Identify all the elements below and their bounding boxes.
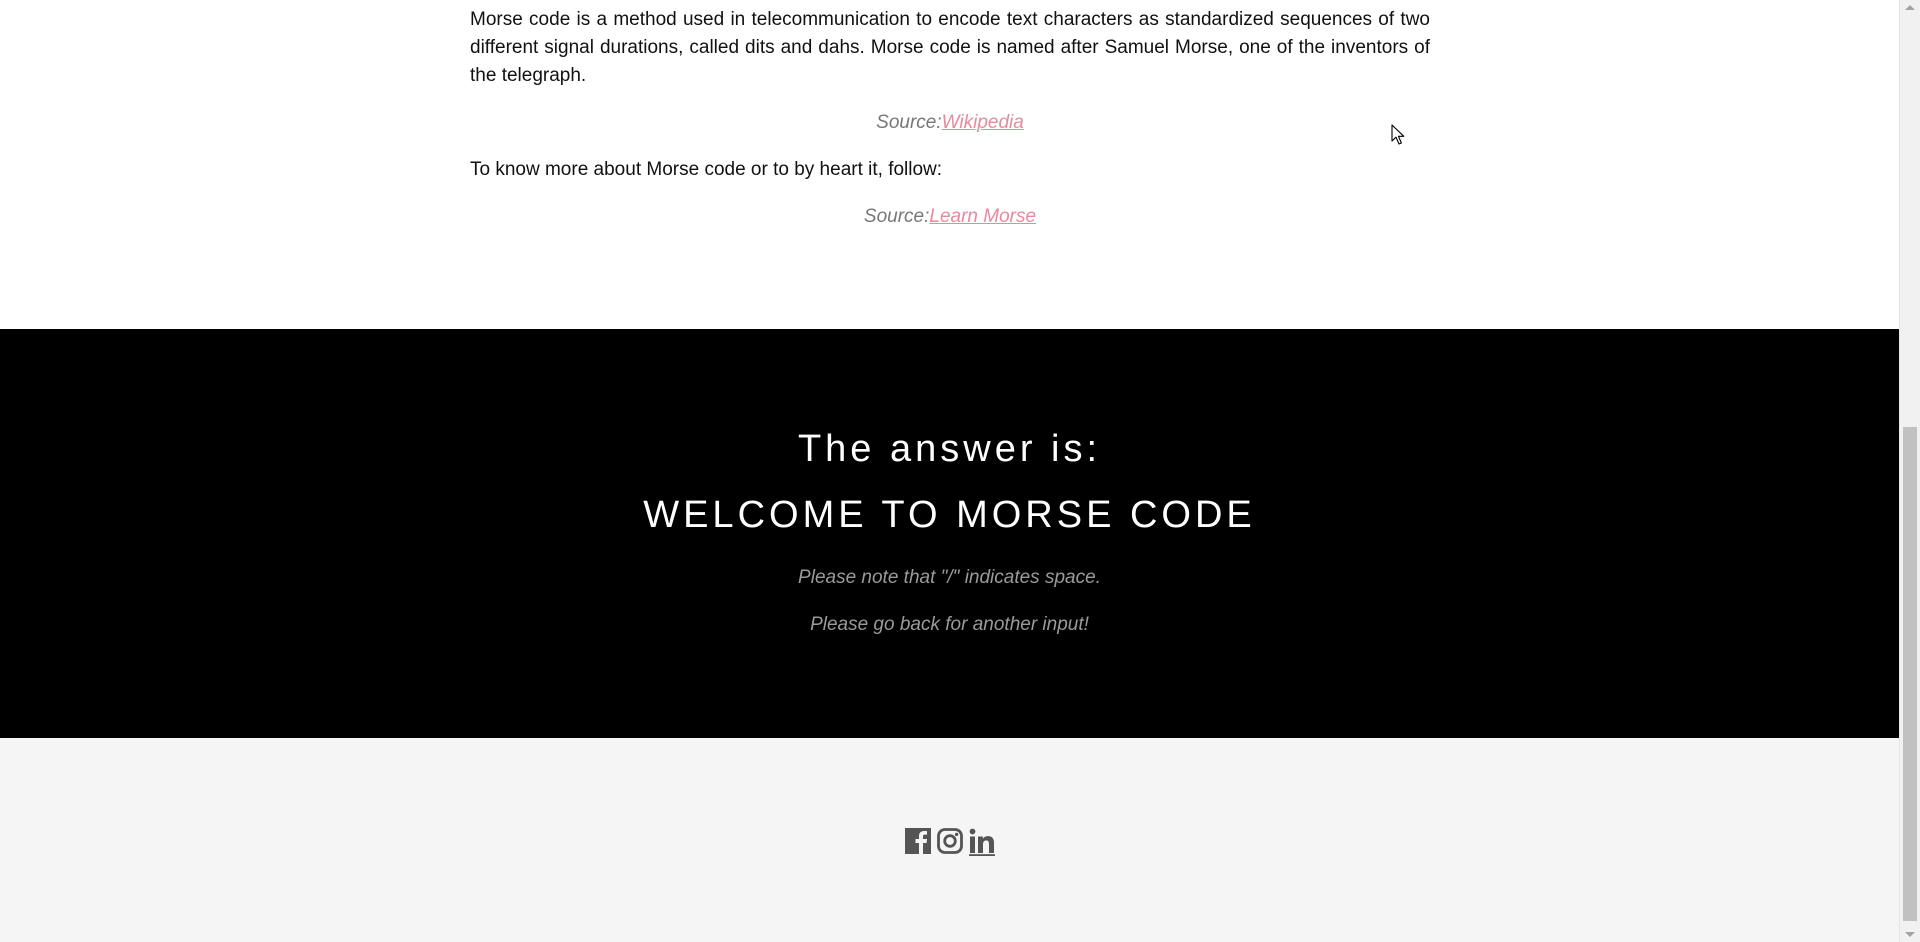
source-label: Source:: [876, 112, 942, 133]
answer-section: The answer is: WELCOME TO MORSE CODE Ple…: [0, 329, 1899, 738]
mouse-cursor-icon: [1391, 124, 1405, 145]
decoded-answer: WELCOME TO MORSE CODE: [643, 494, 1256, 536]
morse-description: Morse code is a method used in telecommu…: [470, 9, 1430, 86]
footer: [0, 738, 1899, 942]
go-back-note: Please go back for another input!: [810, 614, 1089, 635]
facebook-icon[interactable]: [904, 826, 932, 856]
vertical-scrollbar[interactable]: [1899, 0, 1920, 942]
answer-heading: The answer is:: [797, 428, 1102, 470]
page: Morse code is a method used in telecommu…: [0, 0, 1899, 942]
scroll-down-arrow-icon[interactable]: [1905, 932, 1915, 937]
instagram-icon[interactable]: [936, 826, 964, 856]
info-content: Morse code is a method used in telecommu…: [470, 6, 1430, 250]
linkedin-icon[interactable]: [968, 826, 996, 856]
learn-morse-source: Source:Learn Morse: [470, 203, 1430, 231]
learn-more-text: To know more about Morse code or to by h…: [470, 159, 943, 180]
learn-morse-link[interactable]: Learn Morse: [929, 206, 1036, 227]
browser-viewport: Morse code is a method used in telecommu…: [0, 0, 1920, 942]
scrollbar-thumb[interactable]: [1903, 427, 1917, 921]
scroll-up-arrow-icon[interactable]: [1905, 5, 1915, 10]
wikipedia-link[interactable]: Wikipedia: [942, 112, 1024, 133]
morse-info-section: Morse code is a method used in telecommu…: [0, 0, 1899, 329]
space-note: Please note that "/" indicates space.: [798, 567, 1101, 588]
source-label: Source:: [863, 206, 930, 227]
social-links: [904, 826, 996, 856]
wikipedia-source: Source:Wikipedia: [470, 109, 1430, 137]
